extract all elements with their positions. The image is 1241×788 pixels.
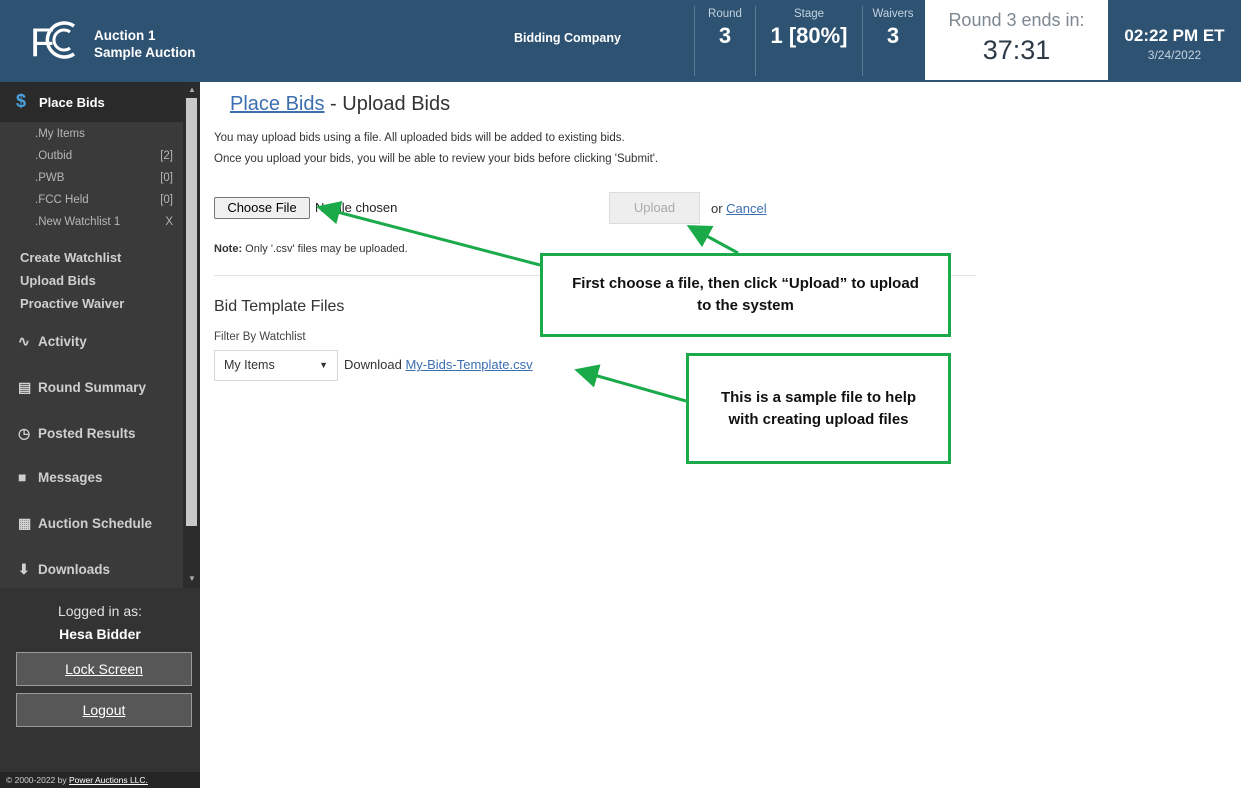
round-value: 3 <box>718 23 732 48</box>
subitem-label: Outbid <box>38 150 73 162</box>
sidebar-item-place-bids[interactable]: $ Place Bids <box>0 82 183 122</box>
clock-date: 3/24/2022 <box>1147 48 1202 62</box>
upload-button[interactable]: Upload <box>609 192 700 224</box>
sidebar-subitem-fcc-held[interactable]: .FCC Held [0] <box>35 194 178 206</box>
logout-button[interactable]: Logout <box>16 693 192 727</box>
copyright: © 2000-2022 by Power Auctions LLC. <box>0 772 200 788</box>
auction-title: Sample Auction <box>94 45 196 60</box>
login-panel: Logged in as: Hesa Bidder Lock Screen Lo… <box>0 588 200 788</box>
activity-icon: ∿ <box>18 333 30 349</box>
subitem-label: FCC Held <box>38 194 89 206</box>
stage-stat: Stage 1 [80%] <box>756 8 862 49</box>
clock: 02:22 PM ET 3/24/2022 <box>1108 0 1241 82</box>
file-type-note: Note: Only '.csv' files may be uploaded. <box>214 243 408 255</box>
stage-label: Stage <box>793 8 825 20</box>
place-bids-link[interactable]: Place Bids <box>230 93 325 115</box>
auction-number: Auction 1 <box>94 28 156 43</box>
section-title: Bid Template Files <box>214 298 345 315</box>
page-title: Place Bids - Upload Bids <box>230 93 451 115</box>
scrollbar-thumb[interactable] <box>186 98 197 526</box>
app-root: F Auction 1 Sample Auction Bidding Compa… <box>0 0 1241 788</box>
message-icon: ■ <box>18 469 27 485</box>
subitem-label: New Watchlist 1 <box>38 216 121 228</box>
stage-value: 1 [80%] <box>770 23 848 48</box>
sidebar-item-activity[interactable]: ∿ Activity <box>18 333 87 350</box>
auction-name: Auction 1 Sample Auction <box>94 27 196 61</box>
sidebar-item-label: Auction Schedule <box>38 516 153 531</box>
sidebar-subitem-pwb[interactable]: .PWB [0] <box>35 172 178 184</box>
sidebar-subitem-outbid[interactable]: .Outbid [2] <box>35 150 178 162</box>
waivers-label: Waivers <box>872 8 914 20</box>
sidebar-subitem-my-items[interactable]: .My Items <box>35 128 178 140</box>
sidebar: $ Place Bids .My Items .Outbid [2] .PWB … <box>0 82 200 788</box>
lock-screen-button[interactable]: Lock Screen <box>16 652 192 686</box>
clock-icon: ◷ <box>18 425 31 441</box>
file-status: No file chosen <box>315 200 398 215</box>
bidding-company: Bidding Company <box>514 31 621 45</box>
upload-callout: First choose a file, then click “Upload”… <box>540 253 951 337</box>
subitem-label: PWB <box>38 172 65 184</box>
scroll-down-icon[interactable]: ▼ <box>188 574 196 583</box>
subitem-count: [2] <box>160 150 173 162</box>
sidebar-subitem-new-watchlist[interactable]: .New Watchlist 1 X <box>35 216 178 228</box>
power-auctions-link[interactable]: Power Auctions LLC. <box>69 775 148 785</box>
sidebar-item-label: Round Summary <box>38 380 147 395</box>
calendar-icon: ▦ <box>18 515 32 531</box>
intro-text-2: Once you upload your bids, you will be a… <box>214 153 659 165</box>
sidebar-item-upload-bids[interactable]: Upload Bids <box>20 273 96 288</box>
summary-icon: ▤ <box>18 379 32 395</box>
sidebar-menu: $ Place Bids .My Items .Outbid [2] .PWB … <box>0 82 183 588</box>
delete-watchlist-icon[interactable]: X <box>165 216 173 228</box>
timer-label: Round 3 ends in: <box>948 10 1085 30</box>
fcc-logo: F <box>30 21 75 64</box>
intro-text-1: You may upload bids using a file. All up… <box>214 132 625 144</box>
or-cancel: or Cancel <box>711 201 767 216</box>
waivers-stat: Waivers 3 <box>863 8 923 49</box>
sidebar-item-label: Activity <box>38 334 87 349</box>
logged-in-label: Logged in as: <box>57 603 143 619</box>
scroll-up-icon[interactable]: ▲ <box>188 85 196 94</box>
choose-file-button[interactable]: Choose File <box>214 197 310 219</box>
sidebar-item-label: Downloads <box>38 562 111 577</box>
watchlist-filter-select[interactable]: My Items ▼ <box>214 350 338 381</box>
subitem-count: [0] <box>160 172 173 184</box>
sidebar-item-round-summary[interactable]: ▤ Round Summary <box>18 379 146 396</box>
subitem-count: [0] <box>160 194 173 206</box>
sidebar-item-create-watchlist[interactable]: Create Watchlist <box>20 250 121 265</box>
chevron-down-icon: ▼ <box>319 360 328 370</box>
dollar-icon: $ <box>16 91 27 111</box>
timer-value: 37:31 <box>982 35 1051 65</box>
filter-selected-value: My Items <box>224 358 275 372</box>
subitem-label: My Items <box>38 128 85 140</box>
sidebar-item-auction-schedule[interactable]: ▦ Auction Schedule <box>18 515 152 532</box>
sample-file-callout: This is a sample file to help with creat… <box>686 353 951 464</box>
round-timer: Round 3 ends in: 37:31 <box>925 0 1108 80</box>
template-download-link[interactable]: My-Bids-Template.csv <box>405 357 532 372</box>
download-template: Download My-Bids-Template.csv <box>344 357 533 372</box>
download-icon: ⬇ <box>18 561 30 577</box>
sidebar-item-downloads[interactable]: ⬇ Downloads <box>18 561 110 578</box>
round-label: Round <box>708 8 742 20</box>
sidebar-item-label: Posted Results <box>38 426 136 441</box>
sidebar-scrollbar[interactable]: ▲ ▼ <box>183 82 200 588</box>
cancel-link[interactable]: Cancel <box>726 201 766 216</box>
sidebar-item-label: Place Bids <box>39 95 105 110</box>
filter-label: Filter By Watchlist <box>214 331 306 343</box>
sidebar-item-proactive-waiver[interactable]: Proactive Waiver <box>20 296 124 311</box>
clock-time: 02:22 PM ET <box>1124 26 1225 45</box>
user-name: Hesa Bidder <box>59 626 141 642</box>
sidebar-item-posted-results[interactable]: ◷ Posted Results <box>18 425 136 442</box>
top-header: F Auction 1 Sample Auction Bidding Compa… <box>0 0 1241 82</box>
round-stat: Round 3 <box>695 8 755 49</box>
sidebar-item-messages[interactable]: ■ Messages <box>18 469 103 485</box>
waivers-value: 3 <box>886 23 900 48</box>
sidebar-item-label: Messages <box>38 470 103 485</box>
